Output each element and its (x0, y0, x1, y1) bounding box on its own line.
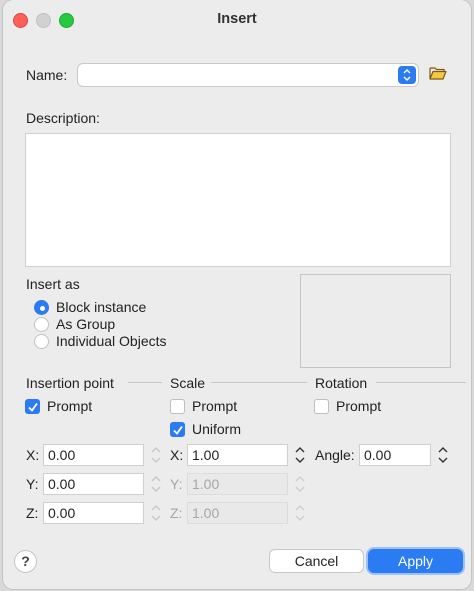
open-folder-icon[interactable] (429, 66, 447, 80)
rotation-separator (376, 382, 466, 383)
radio-individual-objects[interactable] (34, 334, 49, 349)
radio-block-instance-label[interactable]: Block instance (56, 299, 146, 315)
block-preview (300, 274, 451, 368)
title-bar: Insert (3, 0, 471, 38)
insertion-prompt-checkbox[interactable] (25, 399, 40, 414)
description-textarea[interactable] (25, 133, 451, 267)
insertion-z-stepper[interactable] (148, 502, 164, 524)
window-title: Insert (217, 11, 257, 27)
scale-y-stepper (292, 473, 308, 495)
rotation-angle-stepper[interactable] (435, 444, 451, 466)
radio-as-group-label[interactable]: As Group (56, 316, 115, 332)
scale-x-label: X: (170, 447, 184, 463)
rotation-prompt-label[interactable]: Prompt (336, 398, 381, 414)
scale-y-label: Y: (170, 476, 183, 492)
radio-block-instance[interactable] (34, 300, 49, 315)
radio-individual-objects-label[interactable]: Individual Objects (56, 333, 167, 349)
insert-as-label: Insert as (26, 276, 80, 292)
scale-heading: Scale (170, 375, 206, 391)
help-button[interactable]: ? (14, 550, 37, 573)
insertion-x-input[interactable]: 0.00 (43, 444, 144, 466)
rotation-angle-label: Angle: (315, 447, 355, 463)
scale-z-label: Z: (170, 505, 183, 521)
insertion-x-label: X: (26, 447, 40, 463)
insertion-y-label: Y: (26, 476, 39, 492)
insertion-y-stepper[interactable] (148, 473, 164, 495)
insertion-point-separator (128, 382, 162, 383)
scale-prompt-checkbox[interactable] (170, 399, 185, 414)
name-combobox[interactable] (77, 63, 419, 87)
rotation-angle-input[interactable]: 0.00 (359, 444, 431, 466)
scale-z-stepper (292, 502, 308, 524)
description-label: Description: (26, 110, 100, 126)
rotation-prompt-checkbox[interactable] (314, 399, 329, 414)
scale-separator (211, 382, 307, 383)
scale-x-stepper[interactable] (292, 444, 308, 466)
scale-z-input: 1.00 (187, 502, 288, 524)
insertion-y-input[interactable]: 0.00 (43, 473, 144, 495)
insertion-point-heading: Insertion point (26, 375, 114, 391)
scale-uniform-label[interactable]: Uniform (192, 421, 241, 437)
radio-as-group[interactable] (34, 317, 49, 332)
scale-x-input[interactable]: 1.00 (187, 444, 288, 466)
scale-uniform-checkbox[interactable] (170, 422, 185, 437)
scale-y-input: 1.00 (187, 473, 288, 495)
insertion-prompt-label[interactable]: Prompt (47, 398, 92, 414)
combo-chevron-icon[interactable] (398, 66, 416, 84)
scale-prompt-label[interactable]: Prompt (192, 398, 237, 414)
insert-dialog: Insert Name: Description: Insert as Bloc… (3, 0, 471, 589)
rotation-heading: Rotation (315, 375, 368, 391)
insertion-z-label: Z: (26, 505, 39, 521)
insertion-z-input[interactable]: 0.00 (43, 502, 144, 524)
cancel-button[interactable]: Cancel (269, 549, 364, 573)
insertion-x-stepper[interactable] (148, 444, 164, 466)
apply-button[interactable]: Apply (368, 549, 463, 573)
name-label: Name: (26, 67, 68, 83)
